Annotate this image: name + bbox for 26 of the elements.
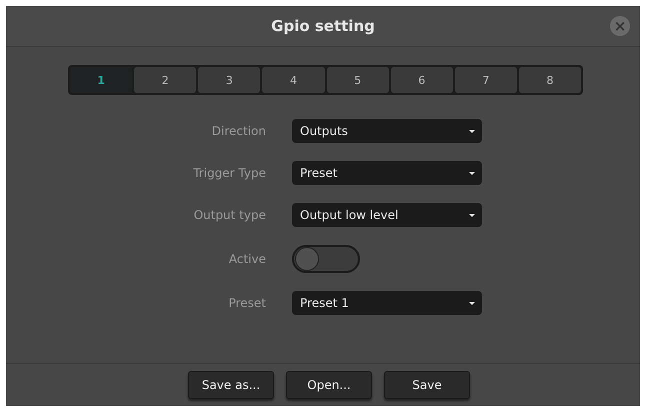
dropdown[interactable]: Outputs (292, 119, 482, 143)
button[interactable]: Save as... (188, 371, 274, 399)
dropdown[interactable]: Preset 1 (292, 291, 482, 315)
field-label: Preset (228, 296, 266, 310)
dropdown[interactable]: Output low level (292, 203, 482, 227)
caret-icon (468, 128, 476, 134)
tab[interactable]: 6 (390, 67, 453, 93)
field-label: Output type (194, 208, 266, 222)
tab[interactable]: 1 (70, 67, 132, 93)
window-title: Gpio setting (271, 17, 375, 35)
dropdown[interactable]: Preset (292, 161, 482, 185)
tab[interactable]: 5 (326, 67, 389, 93)
button[interactable]: Save (384, 371, 470, 399)
caret-icon (468, 170, 476, 176)
caret-icon (468, 300, 476, 306)
field-label: Active (228, 252, 266, 266)
tab[interactable]: 2 (134, 67, 196, 93)
tab[interactable]: 4 (262, 67, 324, 93)
tab[interactable]: 3 (198, 67, 260, 93)
toggle-switch[interactable] (292, 245, 360, 273)
tab[interactable]: 7 (454, 67, 517, 93)
field-label: Trigger Type (193, 166, 266, 180)
button[interactable]: Open... (286, 371, 372, 399)
field-label: Direction (212, 124, 266, 138)
tab[interactable]: 8 (518, 67, 581, 93)
caret-icon (468, 212, 476, 218)
